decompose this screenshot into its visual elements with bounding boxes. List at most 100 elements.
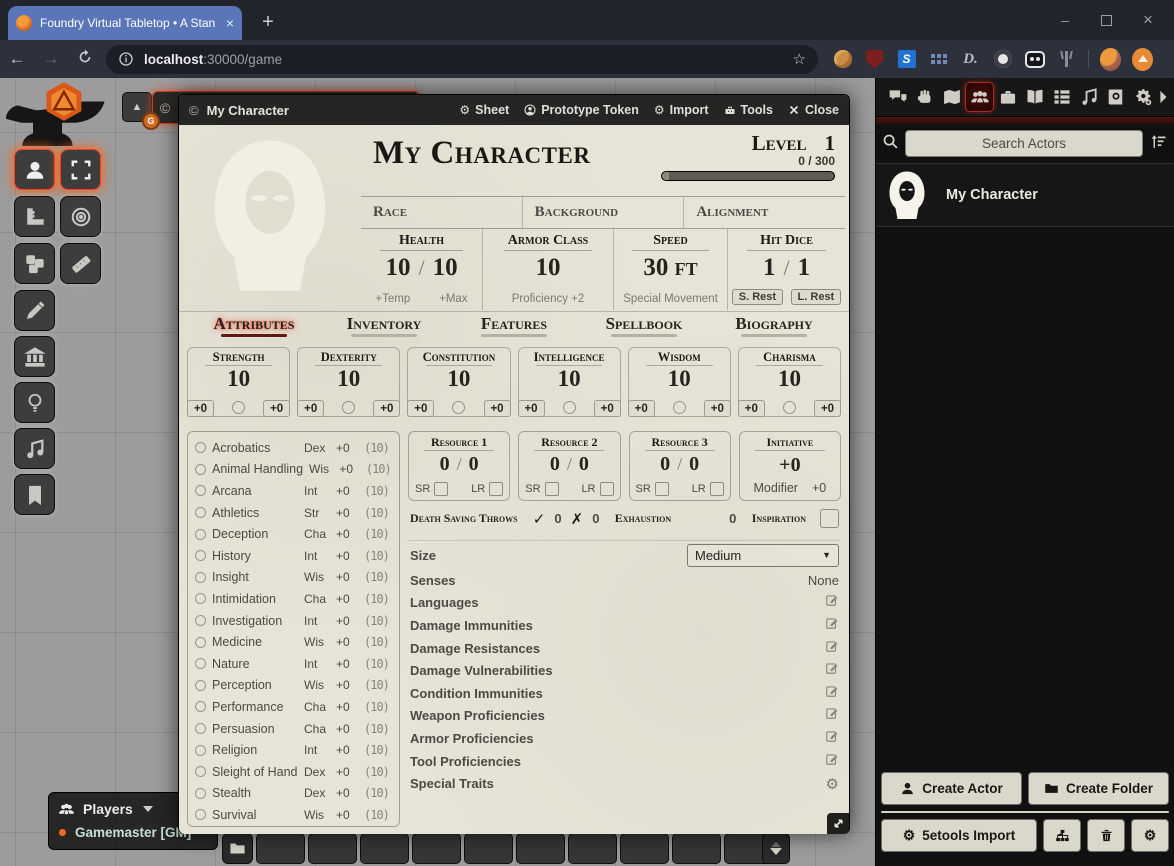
skill-row[interactable]: Stealth Dex +0 (10): [195, 783, 392, 805]
s-extension-icon[interactable]: S: [896, 49, 917, 70]
sheet-config-button[interactable]: ⚙Sheet: [459, 103, 509, 117]
ability-save-mod[interactable]: +0: [518, 400, 545, 417]
bookmark-star-icon[interactable]: ☆: [793, 50, 806, 68]
proficiency-radio[interactable]: [342, 401, 355, 414]
macro-folder-button[interactable]: [222, 833, 253, 864]
ability-block[interactable]: Wisdom 10 +0 +0: [628, 347, 731, 417]
skill-row[interactable]: Nature Int +0 (10): [195, 653, 392, 675]
skill-row[interactable]: Investigation Int +0 (10): [195, 610, 392, 632]
skill-proficiency-radio[interactable]: [195, 788, 206, 799]
macro-slot[interactable]: [464, 833, 513, 864]
browser-update-button[interactable]: [1132, 49, 1153, 70]
skill-row[interactable]: Perception Wis +0 (10): [195, 675, 392, 697]
template-tool-button[interactable]: [14, 196, 55, 237]
trait-edit-button[interactable]: [825, 684, 839, 703]
skill-proficiency-radio[interactable]: [195, 701, 206, 712]
skill-name[interactable]: Stealth: [212, 786, 298, 800]
xp-text[interactable]: 0 / 300: [661, 154, 835, 168]
ability-block[interactable]: Dexterity 10 +0 +0: [297, 347, 400, 417]
skill-name[interactable]: Intimidation: [212, 592, 298, 606]
tiles-tool-button[interactable]: [14, 336, 55, 377]
ability-value-input[interactable]: 10: [629, 366, 730, 392]
playlists-tab[interactable]: [1075, 82, 1102, 112]
ac-value-input[interactable]: 10: [536, 254, 561, 282]
resource-max-input[interactable]: 0: [469, 453, 479, 476]
minimize-button[interactable]: –: [1057, 12, 1073, 28]
browser-tab[interactable]: Foundry Virtual Tabletop • A Stan ×: [8, 6, 242, 40]
trait-select[interactable]: Medium▼: [687, 544, 839, 567]
alignment-field[interactable]: Alignment: [684, 197, 845, 228]
combat-tab[interactable]: [911, 82, 938, 112]
short-rest-checkbox[interactable]: [655, 482, 669, 496]
d-extension-icon[interactable]: D.: [960, 49, 981, 70]
ability-check-mod[interactable]: +0: [484, 400, 511, 417]
proficiency-radio[interactable]: [232, 401, 245, 414]
skill-name[interactable]: Religion: [212, 743, 298, 757]
resource-value-input[interactable]: 0: [660, 453, 670, 476]
ability-check-mod[interactable]: +0: [704, 400, 731, 417]
trait-edit-button[interactable]: [825, 593, 839, 612]
ability-check-mod[interactable]: +0: [373, 400, 400, 417]
resource-value-input[interactable]: 0: [440, 453, 450, 476]
ability-check-mod[interactable]: +0: [594, 400, 621, 417]
skill-name[interactable]: Persuasion: [212, 722, 298, 736]
ability-value-input[interactable]: 10: [519, 366, 620, 392]
level-value[interactable]: 1: [825, 131, 836, 155]
ability-block[interactable]: Charisma 10 +0 +0: [738, 347, 841, 417]
tab-close-icon[interactable]: ×: [226, 16, 234, 30]
scenes-tab[interactable]: [938, 82, 965, 112]
long-rest-checkbox[interactable]: [489, 482, 503, 496]
notes-tool-button[interactable]: [14, 474, 55, 515]
sheet-tab[interactable]: Features: [449, 314, 579, 344]
hp-current-input[interactable]: 10: [385, 254, 410, 282]
sheet-tab[interactable]: Attributes: [189, 314, 319, 344]
skill-row[interactable]: Performance Cha +0 (10): [195, 696, 392, 718]
grid-extension-icon[interactable]: [928, 49, 949, 70]
trait-edit-button[interactable]: [825, 752, 839, 771]
skill-proficiency-radio[interactable]: [195, 529, 206, 540]
skill-name[interactable]: Investigation: [212, 614, 298, 628]
long-rest-checkbox[interactable]: [710, 482, 724, 496]
skill-row[interactable]: Arcana Int +0 (10): [195, 480, 392, 502]
skill-row[interactable]: Survival Wis +0 (10): [195, 804, 392, 826]
target-tool-button[interactable]: [60, 196, 101, 237]
skill-row[interactable]: Intimidation Cha +0 (10): [195, 588, 392, 610]
death-failure-count[interactable]: 0: [592, 511, 599, 526]
close-sheet-button[interactable]: Close: [788, 103, 839, 117]
profile-avatar[interactable]: [1100, 49, 1121, 70]
ability-save-mod[interactable]: +0: [297, 400, 324, 417]
skill-name[interactable]: Nature: [212, 657, 298, 671]
url-bar[interactable]: localhost:30000/game ☆: [106, 45, 818, 74]
ability-check-mod[interactable]: +0: [814, 400, 841, 417]
skill-proficiency-radio[interactable]: [195, 680, 206, 691]
hp-max-input[interactable]: 10: [433, 254, 458, 282]
skill-proficiency-radio[interactable]: [195, 723, 206, 734]
skill-proficiency-radio[interactable]: [195, 766, 206, 777]
tables-tab[interactable]: [1048, 82, 1075, 112]
skill-name[interactable]: Animal Handling: [212, 462, 303, 476]
sheet-tab[interactable]: Inventory: [319, 314, 449, 344]
skill-proficiency-radio[interactable]: [195, 615, 206, 626]
skill-proficiency-radio[interactable]: [195, 507, 206, 518]
dice-tool-button[interactable]: [14, 243, 55, 284]
5etools-import-button[interactable]: ⚙ 5etools Import: [881, 819, 1037, 852]
trait-edit-button[interactable]: [825, 639, 839, 658]
ability-save-mod[interactable]: +0: [628, 400, 655, 417]
skill-row[interactable]: History Int +0 (10): [195, 545, 392, 567]
select-tool-button[interactable]: [60, 149, 101, 190]
actors-tab[interactable]: [965, 82, 994, 112]
skill-row[interactable]: Religion Int +0 (10): [195, 739, 392, 761]
skill-name[interactable]: Acrobatics: [212, 441, 298, 455]
resource-label[interactable]: Resource 1: [409, 435, 509, 451]
folder-tree-button[interactable]: [1043, 819, 1081, 852]
skill-row[interactable]: Medicine Wis +0 (10): [195, 631, 392, 653]
ublock-extension-icon[interactable]: [864, 49, 885, 70]
create-actor-button[interactable]: Create Actor: [881, 772, 1022, 805]
prototype-token-button[interactable]: Prototype Token: [524, 103, 639, 117]
delete-button[interactable]: [1087, 819, 1125, 852]
window-header[interactable]: © My Character ⚙Sheet Prototype Token ⚙I…: [179, 95, 849, 125]
initiative-modifier[interactable]: Modifier+0: [740, 481, 840, 495]
robot-extension-icon[interactable]: [1024, 49, 1045, 70]
settings-tab[interactable]: [1129, 82, 1156, 112]
long-rest-checkbox[interactable]: [600, 482, 614, 496]
